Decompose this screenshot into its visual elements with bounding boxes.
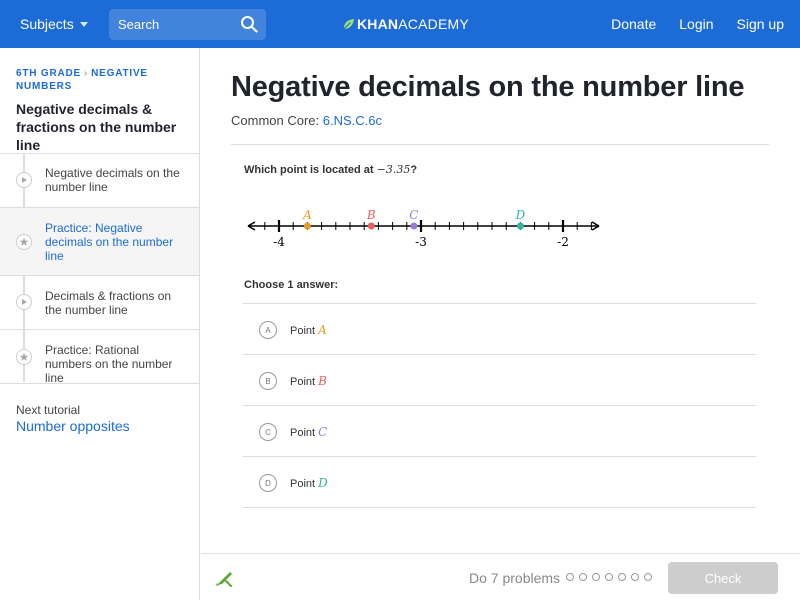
- next-tutorial-link[interactable]: Number opposites: [16, 418, 130, 434]
- do-problems-label: Do 7 problems: [469, 570, 561, 586]
- choice-c[interactable]: C Point C: [243, 406, 756, 457]
- choice-variable: C: [318, 425, 328, 439]
- scratchpad-pencil-icon[interactable]: [213, 567, 235, 589]
- common-core-label: Common Core:: [231, 113, 320, 128]
- progress-dot: [618, 573, 626, 581]
- choice-a[interactable]: A Point A: [243, 304, 756, 355]
- choice-b[interactable]: B Point B: [243, 355, 756, 406]
- number-line-figure: -4 -3 -2 A B C D: [247, 208, 600, 249]
- nav-links: Donate Login Sign up: [588, 0, 784, 48]
- point-label: D: [515, 208, 526, 222]
- star-icon: [16, 234, 32, 250]
- point-d-marker: [516, 222, 524, 230]
- signup-link[interactable]: Sign up: [737, 16, 784, 32]
- tutorial-item-list: Negative decimals on the number line Pra…: [0, 153, 199, 385]
- chevron-right-icon: ›: [83, 68, 89, 79]
- tick-label: -3: [415, 235, 427, 249]
- choice-letter-badge: C: [259, 423, 277, 441]
- logo-khan-text: KHAN: [357, 16, 399, 32]
- common-core-link[interactable]: 6.NS.C.6c: [323, 113, 382, 128]
- breadcrumb-grade[interactable]: 6TH GRADE: [16, 68, 81, 79]
- khan-academy-logo[interactable]: KHAN ACADEMY: [342, 15, 469, 33]
- subjects-label: Subjects: [20, 16, 74, 32]
- sidebar-item-label: Practice: Negative decimals on the numbe…: [45, 221, 174, 263]
- play-icon: [16, 294, 32, 310]
- choice-letter-badge: B: [259, 372, 277, 390]
- progress-dot: [605, 573, 613, 581]
- progress-dots: [566, 573, 657, 581]
- check-button[interactable]: Check: [668, 562, 778, 594]
- question-prefix: Which point is located at: [244, 164, 377, 176]
- donate-link[interactable]: Donate: [611, 16, 656, 32]
- tick-label: -4: [273, 235, 285, 249]
- choice-text: Point D: [290, 476, 328, 490]
- subjects-menu[interactable]: Subjects: [20, 0, 88, 48]
- sidebar: 6TH GRADE › NEGATIVE NUMBERS Negative deci…: [0, 48, 200, 600]
- choice-text: Point A: [290, 323, 327, 337]
- exercise-footer: Do 7 problems Check: [201, 553, 800, 600]
- progress-dot: [579, 573, 587, 581]
- choice-text: Point B: [290, 374, 327, 388]
- sidebar-item-label: Practice: Rational numbers on the number…: [45, 343, 173, 385]
- choice-word: Point: [290, 325, 316, 337]
- point-label: C: [409, 208, 418, 222]
- tutorial-title: Negative decimals & fractions on the num…: [16, 101, 177, 153]
- point-label: A: [302, 208, 312, 222]
- page-title: Negative decimals on the number line: [231, 71, 745, 103]
- login-link[interactable]: Login: [679, 16, 713, 32]
- star-icon: [16, 349, 32, 365]
- sidebar-item-label: Negative decimals on the number line: [45, 166, 180, 194]
- choice-variable: D: [318, 476, 328, 490]
- choose-answer-label: Choose 1 answer:: [244, 279, 339, 291]
- play-icon: [16, 172, 32, 188]
- common-core-standard: Common Core: 6.NS.C.6c: [231, 113, 382, 128]
- choice-word: Point: [290, 376, 316, 388]
- question-text: Which point is located at −3.35?: [244, 163, 417, 176]
- caret-down-icon: [79, 21, 88, 27]
- sidebar-item-practice-rational-numbers[interactable]: Practice: Rational numbers on the number…: [0, 330, 199, 385]
- progress-dot: [566, 573, 574, 581]
- search-box: [109, 9, 266, 40]
- question-value: −3.35: [376, 163, 411, 176]
- answer-choices: A Point A B Point B C Point C D Point D: [243, 303, 756, 508]
- progress-dot: [644, 573, 652, 581]
- sidebar-item-label: Decimals & fractions on the number line: [45, 289, 172, 317]
- choice-word: Point: [290, 427, 316, 439]
- choice-letter-badge: A: [259, 321, 277, 339]
- next-tutorial-label: Next tutorial: [16, 403, 81, 417]
- tick-label: -2: [557, 235, 569, 249]
- leaf-icon: [343, 18, 355, 30]
- question-suffix: ?: [410, 164, 418, 176]
- choice-text: Point C: [290, 425, 327, 439]
- point-c-marker: [410, 222, 418, 230]
- choice-d[interactable]: D Point D: [243, 457, 756, 508]
- choice-variable: A: [318, 323, 327, 337]
- top-nav-bar: Subjects KHANACADEMY Donate Login Sign u…: [0, 0, 800, 48]
- sidebar-item-practice-negative-decimals[interactable]: Practice: Negative decimals on the numbe…: [0, 208, 199, 276]
- point-b-marker: [367, 222, 375, 230]
- point-label: B: [366, 208, 376, 222]
- choice-variable: B: [318, 374, 327, 388]
- sidebar-item-video-decimals-fractions[interactable]: Decimals & fractions on the number line: [0, 276, 199, 330]
- progress-dot: [592, 573, 600, 581]
- search-icon[interactable]: [240, 15, 258, 33]
- progress-dot: [631, 573, 639, 581]
- breadcrumb: 6TH GRADE › NEGATIVE NUMBERS: [16, 67, 191, 93]
- choice-letter-badge: D: [259, 474, 277, 492]
- divider: [231, 144, 769, 145]
- point-a-marker: [303, 222, 311, 230]
- choice-word: Point: [290, 478, 316, 490]
- logo-academy-text: ACADEMY: [398, 16, 469, 32]
- sidebar-item-video-negative-decimals[interactable]: Negative decimals on the number line: [0, 154, 199, 208]
